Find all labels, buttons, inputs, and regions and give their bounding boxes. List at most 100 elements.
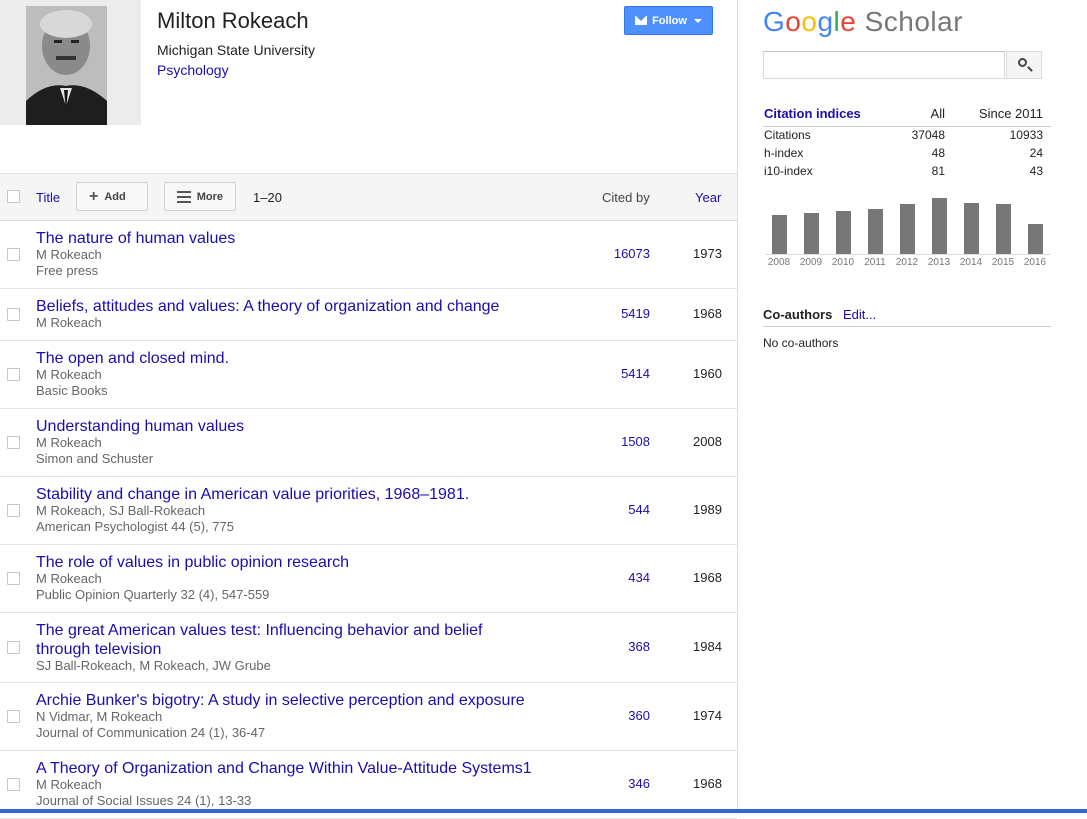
article-venue: Free press xyxy=(36,263,99,278)
select-all-checkbox[interactable] xyxy=(7,190,20,203)
row-all-value: 48 xyxy=(931,146,945,160)
article-checkbox[interactable] xyxy=(7,778,20,791)
chart-bar[interactable] xyxy=(804,213,819,254)
article-year: 1968 xyxy=(693,306,722,321)
article-row: The open and closed mind. M Rokeach Basic … xyxy=(0,340,737,409)
sort-by-year[interactable]: Year xyxy=(695,190,721,205)
coauthors-title: Co-authors xyxy=(763,307,833,322)
article-title-link[interactable]: A Theory of Organization and Change With… xyxy=(36,759,536,778)
articles-toolbar: Title + Add More 1–20 Cited by Year xyxy=(0,173,737,221)
article-venue: Public Opinion Quarterly 32 (4), 547-559 xyxy=(36,587,270,602)
chart-year-label: 2010 xyxy=(831,257,855,268)
article-checkbox[interactable] xyxy=(7,248,20,261)
article-checkbox[interactable] xyxy=(7,368,20,381)
chart-bar[interactable] xyxy=(868,209,883,254)
cited-by-count-link[interactable]: 368 xyxy=(628,639,650,654)
article-authors: SJ Ball-Rokeach, M Rokeach, JW Grube xyxy=(36,658,271,673)
row-all-value: 37048 xyxy=(911,128,945,142)
chart-bar[interactable] xyxy=(964,203,979,254)
article-authors: M Rokeach, SJ Ball-Rokeach xyxy=(36,503,206,518)
coauthors-edit-link[interactable]: Edit... xyxy=(843,307,876,322)
article-venue: American Psychologist 44 (5), 775 xyxy=(36,519,234,534)
search-button[interactable] xyxy=(1006,51,1042,79)
bottom-accent-line xyxy=(0,809,1087,813)
cited-by-count-link[interactable]: 1508 xyxy=(621,434,650,449)
no-coauthors-text: No co-authors xyxy=(763,336,839,350)
cited-by-count-link[interactable]: 360 xyxy=(628,708,650,723)
follow-button[interactable]: Follow xyxy=(624,6,713,35)
article-year: 1968 xyxy=(693,776,722,791)
article-title-link[interactable]: The great American values test: Influenc… xyxy=(36,621,536,659)
chart-bar[interactable] xyxy=(900,204,915,254)
envelope-icon xyxy=(635,16,648,25)
article-checkbox[interactable] xyxy=(7,504,20,517)
result-range: 1–20 xyxy=(253,190,282,205)
chart-year-label: 2012 xyxy=(895,257,919,268)
cited-by-header: Cited by xyxy=(602,190,650,205)
add-label: Add xyxy=(104,190,126,203)
search-icon xyxy=(1018,58,1027,67)
row-all-value: 81 xyxy=(931,164,945,178)
article-checkbox[interactable] xyxy=(7,308,20,321)
article-row: The great American values test: Influenc… xyxy=(0,612,737,683)
article-checkbox[interactable] xyxy=(7,641,20,654)
row-since-value: 24 xyxy=(1029,146,1043,160)
profile-field-link[interactable]: Psychology xyxy=(157,62,229,78)
article-authors: M Rokeach xyxy=(36,435,102,450)
article-row: Archie Bunker's bigotry: A study in sele… xyxy=(0,682,737,751)
profile-photo xyxy=(0,0,141,125)
cited-by-count-link[interactable]: 544 xyxy=(628,502,650,517)
profile-affiliation: Michigan State University xyxy=(157,42,315,58)
article-checkbox[interactable] xyxy=(7,710,20,723)
cited-by-count-link[interactable]: 434 xyxy=(628,570,650,585)
col-since-header: Since 2011 xyxy=(978,106,1043,121)
chart-year-label: 2014 xyxy=(959,257,983,268)
article-authors: M Rokeach xyxy=(36,315,102,330)
more-label: More xyxy=(196,190,223,203)
menu-icon xyxy=(177,190,191,203)
chart-axis xyxy=(765,254,1051,255)
plus-icon: + xyxy=(89,187,99,205)
article-authors: N Vidmar, M Rokeach xyxy=(36,709,163,724)
google-scholar-logo[interactable]: Google Scholar xyxy=(763,6,963,38)
article-authors: M Rokeach xyxy=(36,247,102,262)
add-button[interactable]: + Add xyxy=(76,182,148,211)
article-row: Stability and change in American value p… xyxy=(0,476,737,545)
chart-bar[interactable] xyxy=(996,204,1011,254)
article-title-link[interactable]: Understanding human values xyxy=(36,417,536,436)
row-label: i10-index xyxy=(764,164,813,178)
logo-scholar-text: Scholar xyxy=(864,6,964,37)
chart-bar[interactable] xyxy=(1028,224,1043,254)
article-checkbox[interactable] xyxy=(7,572,20,585)
chart-bar[interactable] xyxy=(772,215,787,254)
row-since-value: 10933 xyxy=(1009,128,1043,142)
sort-by-title[interactable]: Title xyxy=(36,190,60,205)
profile-panel: Milton Rokeach Michigan State University… xyxy=(0,0,738,819)
article-title-link[interactable]: Archie Bunker's bigotry: A study in sele… xyxy=(36,691,536,710)
chart-year-label: 2011 xyxy=(864,257,886,268)
article-title-link[interactable]: The open and closed mind. xyxy=(36,349,536,368)
article-title-link[interactable]: Beliefs, attitudes and values: A theory … xyxy=(36,297,536,316)
search-input[interactable] xyxy=(763,51,1005,79)
cited-by-count-link[interactable]: 16073 xyxy=(614,246,650,261)
cited-by-count-link[interactable]: 5414 xyxy=(621,366,650,381)
article-row: Understanding human values M Rokeach Simon… xyxy=(0,408,737,477)
chart-bar[interactable] xyxy=(932,198,947,254)
follow-label: Follow xyxy=(652,14,687,27)
article-title-link[interactable]: Stability and change in American value p… xyxy=(36,485,536,504)
cited-by-count-link[interactable]: 346 xyxy=(628,776,650,791)
article-row: The role of values in public opinion res… xyxy=(0,544,737,613)
citation-indices-title[interactable]: Citation indices xyxy=(764,106,861,121)
chart-year-label: 2016 xyxy=(1023,257,1047,268)
cited-by-count-link[interactable]: 5419 xyxy=(621,306,650,321)
article-checkbox[interactable] xyxy=(7,436,20,449)
chart-bar[interactable] xyxy=(836,211,851,254)
chart-year-label: 2008 xyxy=(767,257,791,268)
article-venue: Journal of Communication 24 (1), 36-47 xyxy=(36,725,266,740)
row-label: Citations xyxy=(764,128,811,142)
article-title-link[interactable]: The nature of human values xyxy=(36,229,536,248)
article-year: 1989 xyxy=(693,502,722,517)
article-title-link[interactable]: The role of values in public opinion res… xyxy=(36,553,536,572)
more-button[interactable]: More xyxy=(164,182,236,211)
chart-year-label: 2009 xyxy=(799,257,823,268)
